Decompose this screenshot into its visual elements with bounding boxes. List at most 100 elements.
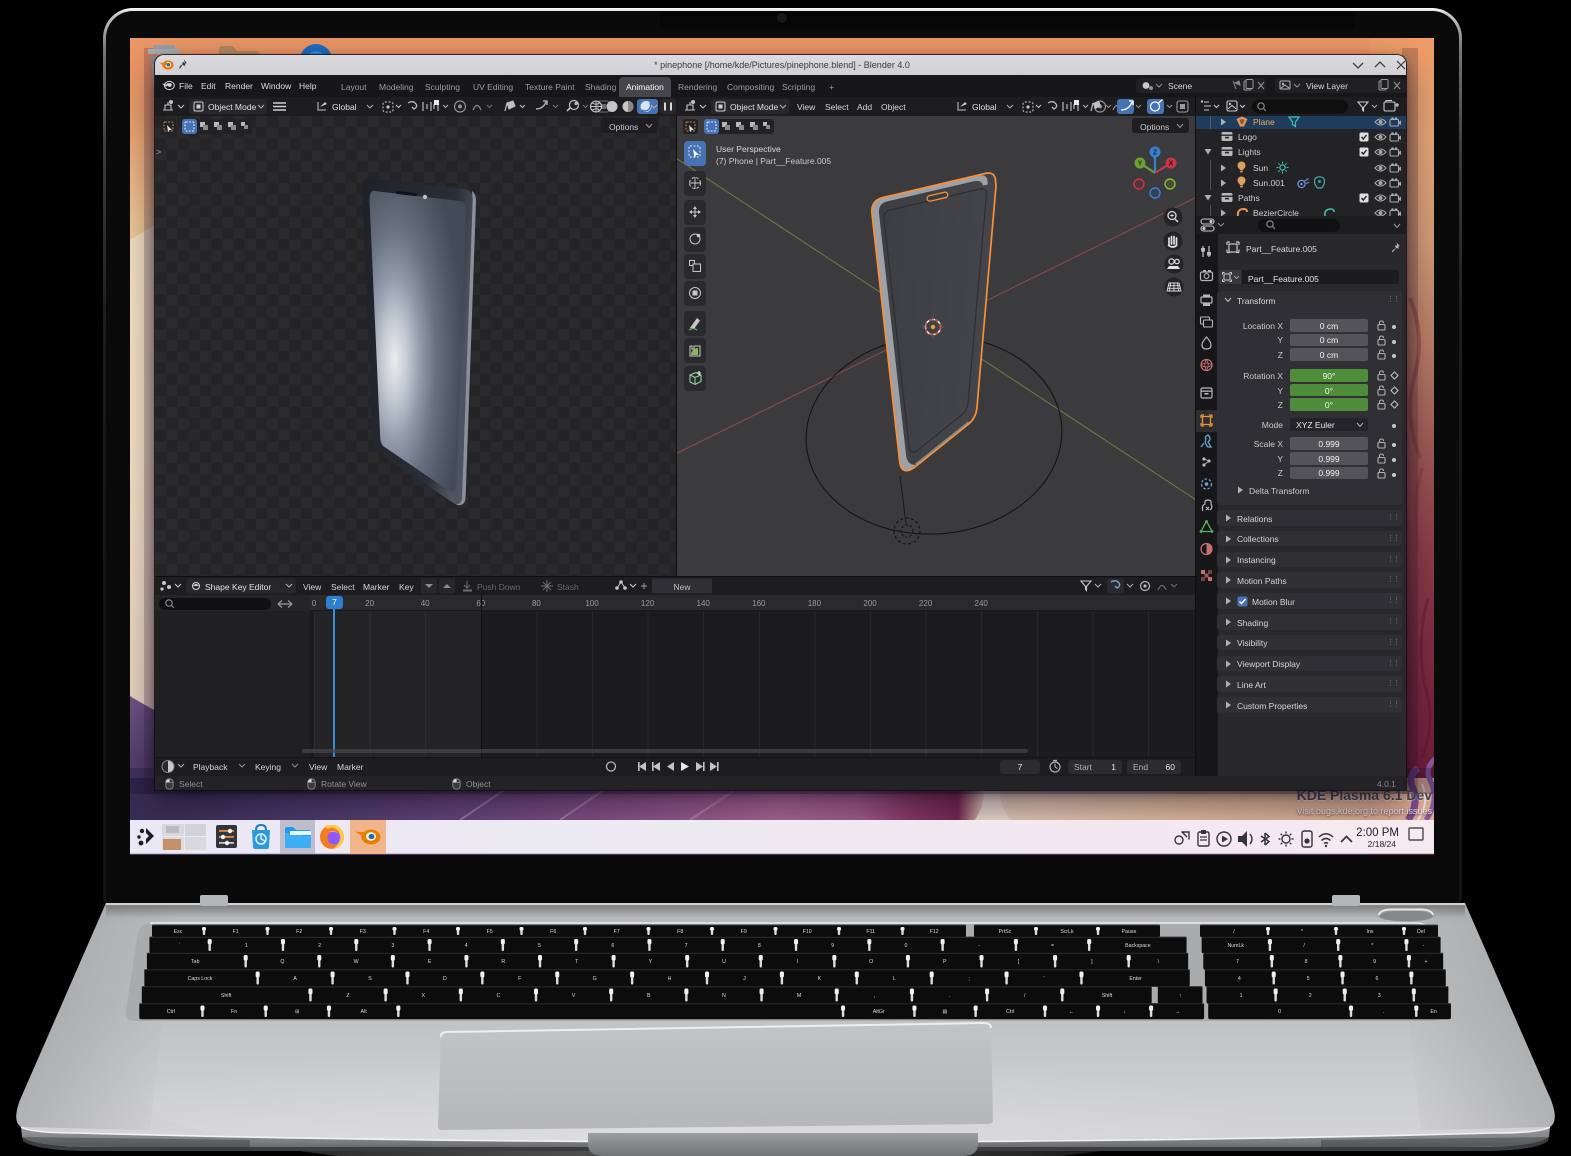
svg-text:7: 7 bbox=[685, 943, 688, 949]
svg-text:View Layer: View Layer bbox=[1306, 81, 1348, 91]
svg-text:Object: Object bbox=[881, 102, 906, 112]
svg-text:Shift: Shift bbox=[1102, 993, 1113, 999]
svg-text:Global: Global bbox=[332, 102, 357, 112]
svg-text:7: 7 bbox=[1236, 959, 1239, 965]
svg-text:View: View bbox=[309, 762, 328, 772]
svg-text:6: 6 bbox=[611, 943, 614, 949]
svg-text:Keying: Keying bbox=[255, 762, 281, 772]
svg-text:Ins: Ins bbox=[1367, 929, 1374, 935]
svg-text:ScrLk: ScrLk bbox=[1060, 929, 1074, 935]
svg-text:▤: ▤ bbox=[943, 1009, 948, 1015]
svg-text:Playback: Playback bbox=[193, 762, 228, 772]
svg-text:M: M bbox=[797, 993, 801, 999]
svg-text:F8: F8 bbox=[677, 929, 683, 935]
svg-text:NumLk: NumLk bbox=[1228, 943, 1245, 949]
svg-text:D: D bbox=[443, 976, 447, 982]
svg-text:2:00 PM: 2:00 PM bbox=[1356, 827, 1399, 839]
svg-text:Tab: Tab bbox=[191, 959, 200, 965]
svg-text:F9: F9 bbox=[741, 929, 747, 935]
svg-text:View: View bbox=[797, 102, 816, 112]
svg-text:Y: Y bbox=[1138, 161, 1143, 168]
svg-text:New: New bbox=[673, 582, 691, 592]
svg-text:*: * bbox=[1371, 943, 1373, 949]
svg-text:F12: F12 bbox=[930, 929, 939, 935]
svg-text:↓: ↓ bbox=[1123, 1009, 1126, 1015]
svg-text:V: V bbox=[572, 993, 576, 999]
svg-text:Shape Key Editor: Shape Key Editor bbox=[205, 582, 271, 592]
svg-text:A: A bbox=[293, 976, 297, 982]
svg-text:J: J bbox=[743, 976, 746, 982]
svg-text:8: 8 bbox=[758, 943, 761, 949]
svg-text:F11: F11 bbox=[866, 929, 875, 935]
svg-text:Del: Del bbox=[1417, 929, 1425, 935]
svg-text:F6: F6 bbox=[550, 929, 556, 935]
svg-text:W: W bbox=[354, 959, 359, 965]
svg-text:Stash: Stash bbox=[557, 582, 579, 592]
svg-text:5: 5 bbox=[1307, 976, 1310, 982]
svg-text:N: N bbox=[722, 993, 726, 999]
svg-text:E: E bbox=[428, 959, 432, 965]
svg-text:Fn: Fn bbox=[231, 1009, 237, 1015]
svg-text:Key: Key bbox=[399, 582, 414, 592]
svg-text:Pause: Pause bbox=[1122, 929, 1137, 935]
svg-text:5: 5 bbox=[538, 943, 541, 949]
svg-text:4: 4 bbox=[465, 943, 468, 949]
svg-text:-: - bbox=[978, 943, 980, 949]
svg-text:Ctrl: Ctrl bbox=[1006, 1009, 1014, 1015]
svg-text:→: → bbox=[1175, 1009, 1180, 1015]
svg-text:,: , bbox=[874, 993, 875, 999]
svg-text:Z: Z bbox=[1153, 150, 1158, 157]
svg-text:1: 1 bbox=[1240, 993, 1243, 999]
svg-text:9: 9 bbox=[831, 943, 834, 949]
svg-text:Caps Lock: Caps Lock bbox=[188, 976, 213, 982]
svg-text:View: View bbox=[303, 582, 322, 592]
svg-text:9: 9 bbox=[1373, 959, 1376, 965]
svg-text:6: 6 bbox=[1375, 976, 1378, 982]
svg-text:Global: Global bbox=[972, 102, 997, 112]
svg-text:Enter: Enter bbox=[1129, 976, 1142, 982]
svg-text:I: I bbox=[797, 959, 798, 965]
svg-text:3: 3 bbox=[1378, 993, 1381, 999]
svg-text:F3: F3 bbox=[360, 929, 366, 935]
svg-text:PrtSc: PrtSc bbox=[999, 929, 1012, 935]
svg-text:3: 3 bbox=[391, 943, 394, 949]
svg-text:F10: F10 bbox=[803, 929, 812, 935]
svg-text:G: G bbox=[593, 976, 597, 982]
svg-text:0: 0 bbox=[1278, 1009, 1281, 1015]
svg-text:H: H bbox=[668, 976, 672, 982]
svg-text:S: S bbox=[368, 976, 372, 982]
svg-text:-: - bbox=[1423, 943, 1425, 949]
svg-text:⊞: ⊞ bbox=[295, 1009, 299, 1015]
svg-text:O: O bbox=[869, 959, 873, 965]
svg-text:Q: Q bbox=[280, 959, 284, 965]
svg-text:P: P bbox=[943, 959, 947, 965]
svg-text:Marker: Marker bbox=[337, 762, 364, 772]
svg-text:2: 2 bbox=[1309, 993, 1312, 999]
svg-text:Add: Add bbox=[857, 102, 872, 112]
svg-text:Y: Y bbox=[649, 959, 653, 965]
svg-text:8: 8 bbox=[1305, 959, 1308, 965]
svg-text:Scene: Scene bbox=[1168, 81, 1192, 91]
svg-text:En: En bbox=[1430, 1009, 1437, 1015]
svg-text:R: R bbox=[501, 959, 505, 965]
svg-text:F1: F1 bbox=[233, 929, 239, 935]
svg-text:+: + bbox=[1425, 959, 1428, 965]
svg-text:Object Mode: Object Mode bbox=[730, 102, 778, 112]
svg-text:.: . bbox=[949, 993, 950, 999]
svg-text:X: X bbox=[421, 993, 425, 999]
svg-text:Shift: Shift bbox=[221, 993, 232, 999]
svg-text:2/18/24: 2/18/24 bbox=[1368, 839, 1397, 849]
svg-text:Alt: Alt bbox=[361, 1009, 368, 1015]
svg-text:B: B bbox=[647, 993, 651, 999]
svg-text:F5: F5 bbox=[487, 929, 493, 935]
svg-text:': ' bbox=[1044, 976, 1045, 982]
svg-text:Ctrl: Ctrl bbox=[167, 1009, 175, 1015]
svg-text:Object Mode: Object Mode bbox=[208, 102, 256, 112]
svg-text:C: C bbox=[497, 993, 501, 999]
svg-text:2: 2 bbox=[318, 943, 321, 949]
svg-text:Select: Select bbox=[825, 102, 849, 112]
svg-text:U: U bbox=[722, 959, 726, 965]
svg-text:0: 0 bbox=[905, 943, 908, 949]
svg-text:↑: ↑ bbox=[1179, 993, 1182, 999]
svg-text:Esc: Esc bbox=[174, 929, 183, 935]
